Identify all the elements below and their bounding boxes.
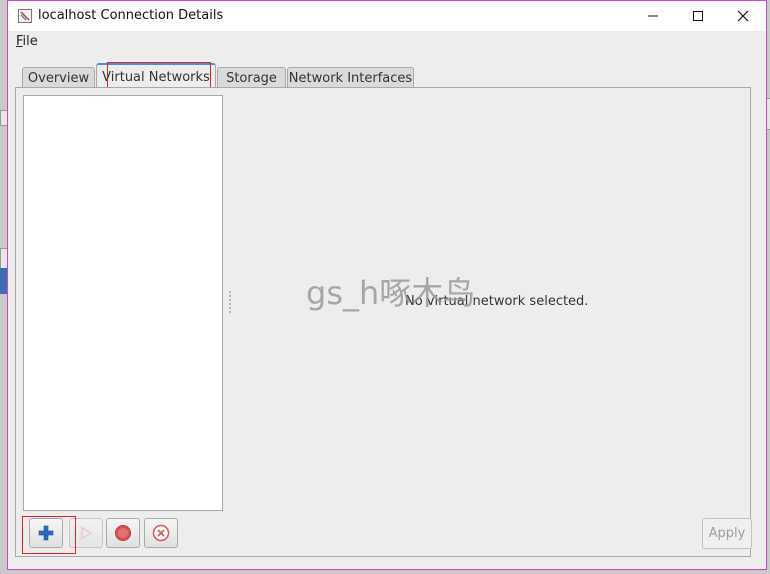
title-bar[interactable]: localhost Connection Details (8, 1, 766, 31)
pane-resize-handle[interactable] (229, 291, 233, 313)
stop-icon (115, 525, 131, 541)
tab-virtual-networks[interactable]: Virtual Networks (96, 63, 216, 89)
minimize-icon (647, 15, 658, 17)
delete-icon (152, 524, 170, 542)
minimize-button[interactable] (630, 1, 675, 31)
maximize-button[interactable] (675, 1, 720, 31)
menu-file-label: ile (22, 34, 38, 49)
tab-network-interfaces[interactable]: Network Interfaces (287, 67, 414, 88)
menu-bar: File (8, 31, 766, 53)
add-network-button[interactable] (29, 518, 63, 548)
close-icon (737, 10, 748, 22)
tab-label: Storage (226, 70, 277, 86)
tab-label: Overview (27, 70, 90, 86)
apply-button[interactable]: Apply (702, 518, 752, 549)
tab-overview[interactable]: Overview (22, 67, 95, 88)
menu-file[interactable]: File (16, 34, 38, 49)
tab-storage[interactable]: Storage (217, 67, 286, 88)
close-button[interactable] (720, 1, 765, 31)
stop-network-button[interactable] (106, 518, 140, 548)
plus-icon (38, 525, 54, 541)
maximize-icon (692, 11, 703, 21)
delete-network-button[interactable] (144, 518, 178, 548)
start-network-button[interactable] (69, 518, 103, 548)
app-icon (18, 9, 32, 23)
tab-label: Network Interfaces (288, 70, 413, 86)
virtual-networks-panel: No virtual network selected. gs_h啄木鸟 App… (15, 87, 752, 557)
window-title: localhost Connection Details (38, 8, 224, 23)
virtual-network-list[interactable] (23, 95, 223, 511)
play-icon (81, 526, 93, 540)
connection-details-window: localhost Connection Details File Overvi… (7, 0, 767, 570)
apply-button-label: Apply (708, 526, 746, 541)
tab-label: Virtual Networks (102, 69, 210, 85)
watermark-text: gs_h啄木鸟 (306, 274, 476, 312)
